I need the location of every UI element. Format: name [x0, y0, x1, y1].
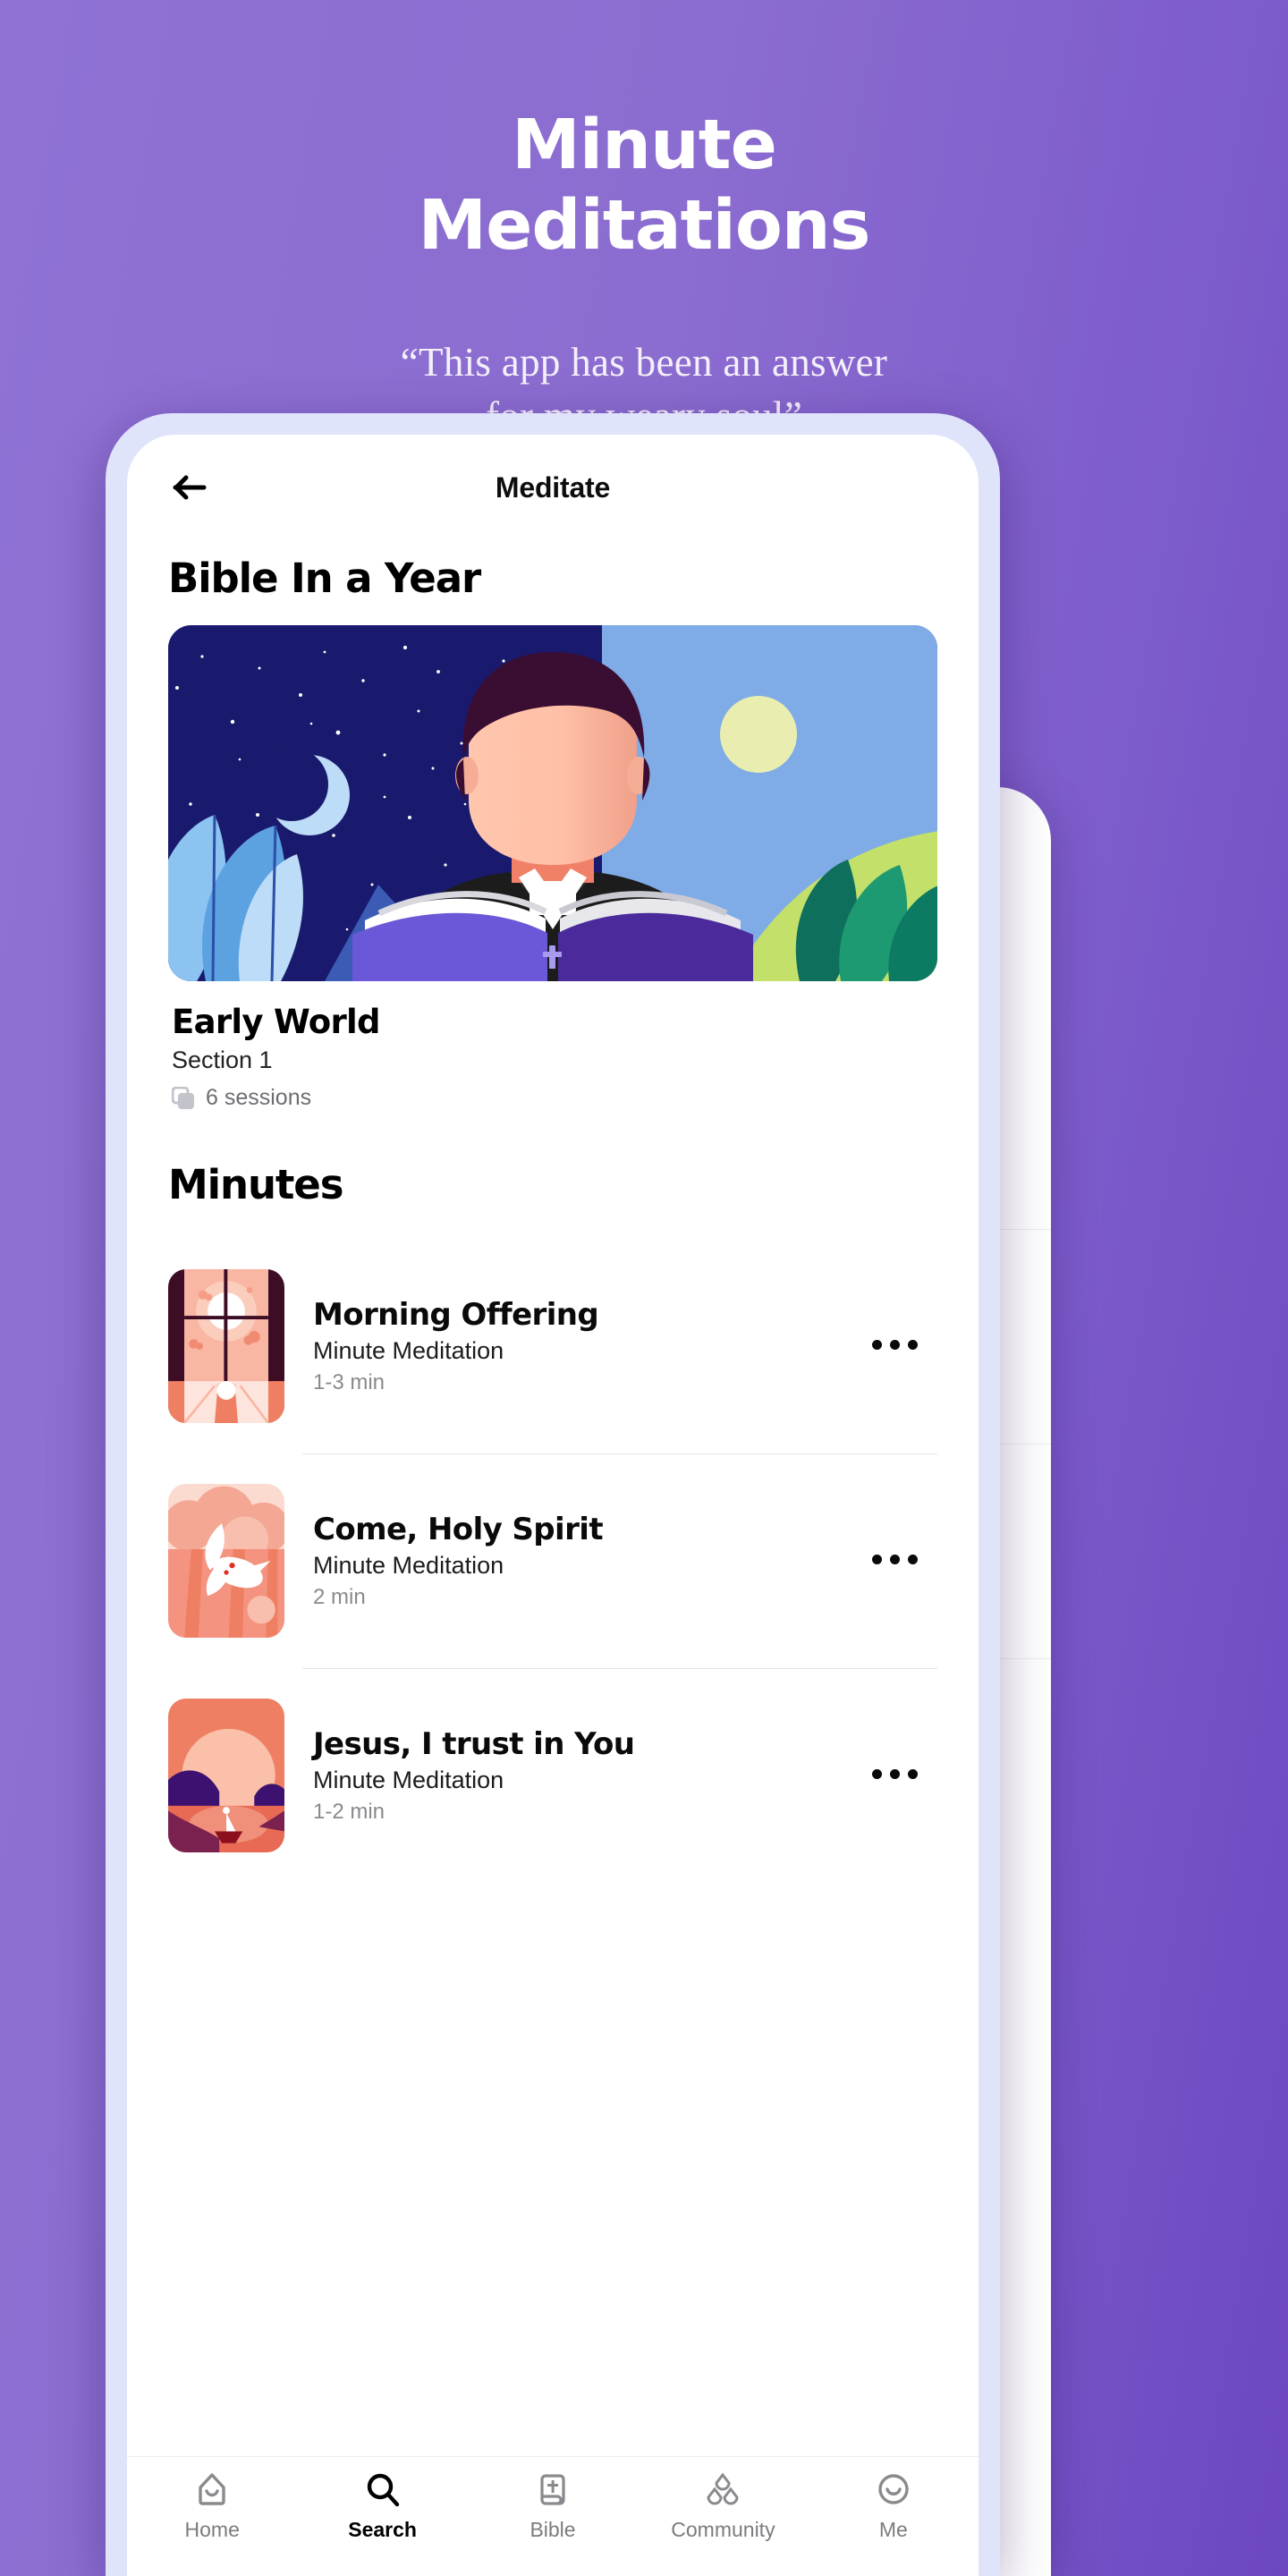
stacked-layers-icon: [172, 1086, 194, 1109]
featured-meta: Early World Section 1 6 sessions: [168, 981, 937, 1111]
promo-header: Minute Meditations “This app has been an…: [0, 0, 1288, 444]
list-item-title: Jesus, I trust in You: [313, 1726, 635, 1762]
tab-me[interactable]: Me: [809, 2470, 979, 2542]
featured-sessions: 6 sessions: [172, 1085, 934, 1111]
promo-quote-line1: “This app has been an answer: [400, 340, 888, 386]
tab-community[interactable]: Community: [638, 2470, 808, 2542]
back-button[interactable]: [166, 463, 215, 512]
ellipsis-icon: [907, 1768, 918, 1779]
promo-title-line1: Minute: [512, 106, 777, 185]
row-divider: [302, 1668, 937, 1669]
list-item-duration: 1-2 min: [313, 1800, 386, 1824]
list-item-text: Morning Offering Minute Meditation 1-3 m…: [284, 1297, 852, 1395]
list-item[interactable]: Come, Holy Spirit Minute Meditation 2 mi…: [168, 1453, 937, 1668]
ellipsis-icon: [871, 1768, 882, 1779]
ellipsis-icon: [871, 1554, 882, 1564]
tab-home[interactable]: Home: [127, 2470, 297, 2542]
ellipsis-icon: [907, 1554, 918, 1564]
list-item-more-button[interactable]: [852, 1339, 937, 1350]
community-people-icon: [707, 2472, 739, 2505]
section-title-minutes: Minutes: [168, 1161, 344, 1208]
list-item-text: Jesus, I trust in You Minute Meditation …: [284, 1726, 852, 1825]
list-item-more-button[interactable]: [852, 1768, 937, 1779]
promo-title: Minute Meditations: [0, 106, 1288, 267]
home-face-icon: [199, 2473, 225, 2505]
row-divider: [302, 1453, 937, 1454]
tab-label: Home: [184, 2518, 240, 2541]
app-bar: Meditate: [127, 435, 979, 540]
list-item-text: Come, Holy Spirit Minute Meditation 2 mi…: [284, 1512, 852, 1610]
tab-label: Community: [671, 2518, 775, 2541]
bottom-navigation: Home Search Bible Community Me: [127, 2456, 979, 2576]
list-item-thumbnail: [168, 1269, 284, 1423]
featured-hero-image[interactable]: [168, 625, 937, 981]
ellipsis-icon: [889, 1554, 900, 1564]
tab-label: Search: [348, 2518, 417, 2541]
bible-book-icon: [540, 2474, 565, 2505]
list-item-duration: 2 min: [313, 1585, 366, 1609]
phone-mockup: Meditate Bible In a Year Early World Sec…: [106, 413, 1000, 2576]
window-sunrise-thumb: [168, 1269, 284, 1423]
list-item-duration: 1-3 min: [313, 1370, 386, 1394]
featured-title: Early World: [172, 1003, 381, 1041]
arrow-left-icon: [173, 475, 207, 500]
priest-day-night-illustration: [168, 625, 937, 981]
dove-thumb: [168, 1484, 284, 1638]
list-item-title: Come, Holy Spirit: [313, 1512, 604, 1547]
tab-search[interactable]: Search: [297, 2470, 467, 2542]
featured-subtitle: Section 1: [172, 1046, 273, 1073]
section-title-bible-in-a-year: Bible In a Year: [168, 555, 481, 602]
tab-label: Bible: [530, 2518, 576, 2541]
tab-bible[interactable]: Bible: [468, 2470, 638, 2542]
ellipsis-icon: [907, 1339, 918, 1350]
ellipsis-icon: [889, 1339, 900, 1350]
list-item-title: Morning Offering: [313, 1297, 599, 1333]
ellipsis-icon: [871, 1339, 882, 1350]
app-bar-title: Meditate: [495, 470, 611, 504]
ellipsis-icon: [889, 1768, 900, 1779]
list-item-thumbnail: [168, 1699, 284, 1852]
search-icon: [367, 2473, 399, 2507]
list-item-more-button[interactable]: [852, 1554, 937, 1564]
list-item-subtitle: Minute Meditation: [313, 1767, 504, 1793]
promo-title-line2: Meditations: [418, 186, 871, 267]
list-item[interactable]: Morning Offering Minute Meditation 1-3 m…: [168, 1239, 937, 1453]
app-screen: Meditate Bible In a Year Early World Sec…: [127, 435, 979, 2576]
sun: [720, 696, 797, 773]
profile-face-icon: [878, 2474, 909, 2504]
list-item-subtitle: Minute Meditation: [313, 1337, 504, 1364]
list-item-thumbnail: [168, 1484, 284, 1638]
tab-label: Me: [878, 2518, 908, 2541]
screen-content: Bible In a Year Early World Section 1 6 …: [127, 555, 979, 1883]
list-item[interactable]: Jesus, I trust in You Minute Meditation …: [168, 1668, 937, 1883]
sunset-boat-thumb: [168, 1699, 284, 1852]
featured-sessions-label: 6 sessions: [206, 1085, 312, 1110]
list-item-subtitle: Minute Meditation: [313, 1552, 504, 1579]
minutes-list: Morning Offering Minute Meditation 1-3 m…: [168, 1239, 937, 1883]
